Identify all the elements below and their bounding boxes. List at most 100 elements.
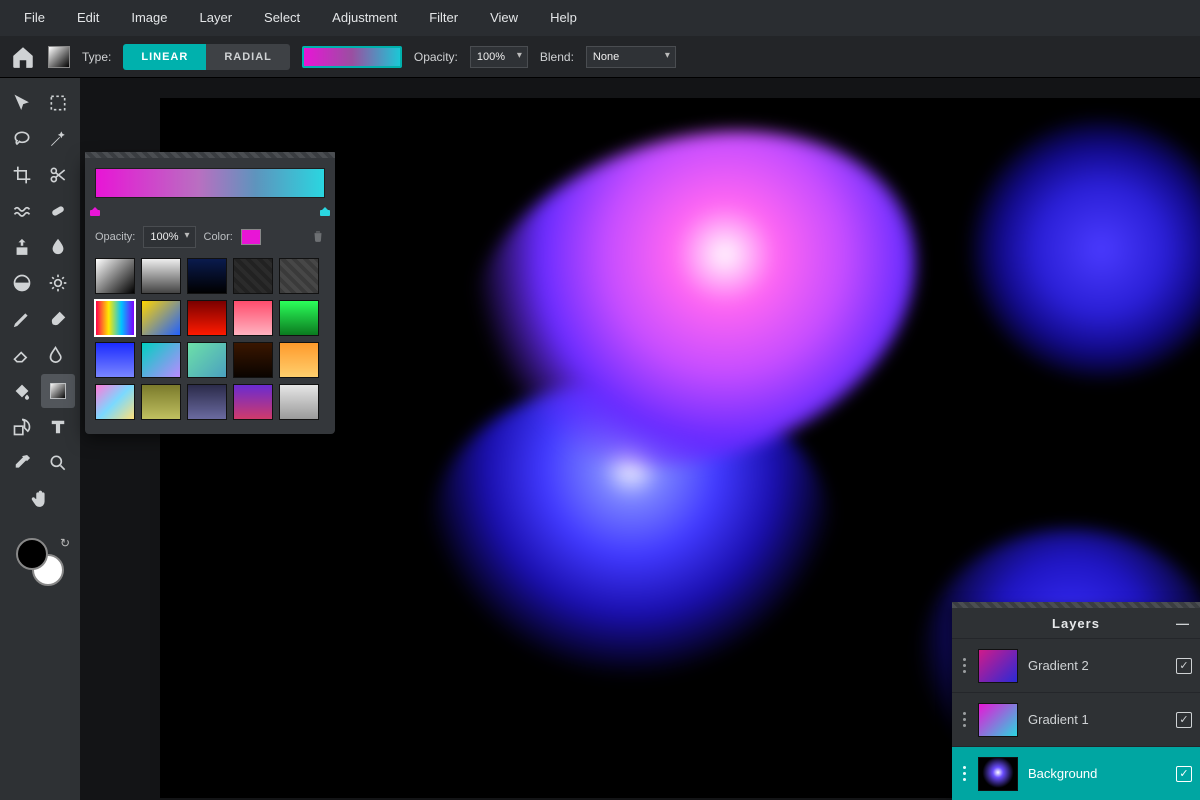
ge-opacity-select[interactable]: 100%	[143, 226, 195, 248]
blend-select[interactable]: None	[586, 46, 676, 68]
tool-bar: ↻	[0, 78, 80, 800]
layer-thumbnail[interactable]	[978, 757, 1018, 791]
menu-help[interactable]: Help	[534, 0, 593, 36]
color-stack[interactable]: ↻	[16, 538, 64, 586]
ge-color-swatch[interactable]	[241, 229, 261, 245]
swap-colors-icon[interactable]: ↻	[60, 536, 70, 550]
gradient-preset[interactable]	[95, 384, 135, 420]
gradient-preview[interactable]	[302, 46, 402, 68]
tool-liquify[interactable]	[5, 194, 39, 228]
opacity-select[interactable]: 100%	[470, 46, 528, 68]
tool-lasso[interactable]	[5, 122, 39, 156]
tool-marquee[interactable]	[41, 86, 75, 120]
tool-text[interactable]	[41, 410, 75, 444]
tool-wand[interactable]	[41, 122, 75, 156]
layer-name: Gradient 2	[1028, 658, 1166, 673]
tool-ink[interactable]	[41, 338, 75, 372]
gradient-stops-track[interactable]	[95, 202, 325, 216]
layer-row[interactable]: Gradient 1 ✓	[952, 692, 1200, 746]
drag-handle-icon[interactable]	[960, 766, 968, 781]
tool-clone[interactable]	[5, 230, 39, 264]
gradient-preset[interactable]	[279, 342, 319, 378]
gradient-preset[interactable]	[233, 300, 273, 336]
gradient-preset[interactable]	[95, 300, 135, 336]
gradient-preset[interactable]	[233, 258, 273, 294]
gradient-preset[interactable]	[279, 384, 319, 420]
layer-row[interactable]: Background ✓	[952, 746, 1200, 800]
menu-select[interactable]: Select	[248, 0, 316, 36]
layer-name: Background	[1028, 766, 1166, 781]
canvas-art	[971, 119, 1200, 379]
gradient-preset[interactable]	[187, 342, 227, 378]
menu-image[interactable]: Image	[115, 0, 183, 36]
gradient-editor-panel: Opacity: 100% Color:	[85, 158, 335, 434]
visibility-toggle[interactable]: ✓	[1176, 712, 1192, 728]
menu-bar: FileEditImageLayerSelectAdjustmentFilter…	[0, 0, 1200, 36]
gradient-preset[interactable]	[95, 258, 135, 294]
tool-dodge[interactable]	[5, 266, 39, 300]
menu-view[interactable]: View	[474, 0, 534, 36]
menu-layer[interactable]: Layer	[184, 0, 249, 36]
ge-opacity-label: Opacity:	[95, 231, 135, 243]
gradient-preset[interactable]	[187, 258, 227, 294]
gradient-preset[interactable]	[141, 258, 181, 294]
opacity-label: Opacity:	[414, 50, 458, 64]
gradient-preset[interactable]	[279, 258, 319, 294]
layers-header: Layers —	[952, 608, 1200, 638]
menu-adjustment[interactable]: Adjustment	[316, 0, 413, 36]
visibility-toggle[interactable]: ✓	[1176, 766, 1192, 782]
layer-thumbnail[interactable]	[978, 649, 1018, 683]
tool-zoom[interactable]	[41, 446, 75, 480]
gradient-type-segmented: LINEAR RADIAL	[123, 44, 290, 70]
home-icon[interactable]	[10, 44, 36, 70]
ge-color-label: Color:	[204, 231, 233, 243]
tool-pencil[interactable]	[5, 302, 39, 336]
tool-sharpen-gear[interactable]	[41, 266, 75, 300]
tool-eyedrop[interactable]	[5, 446, 39, 480]
menu-filter[interactable]: Filter	[413, 0, 474, 36]
layer-name: Gradient 1	[1028, 712, 1166, 727]
trash-icon[interactable]	[311, 229, 325, 246]
gradient-preset[interactable]	[187, 384, 227, 420]
gradient-strip[interactable]	[95, 168, 325, 198]
drag-handle-icon[interactable]	[960, 658, 968, 673]
drag-handle-icon[interactable]	[960, 712, 968, 727]
type-label: Type:	[82, 50, 111, 64]
gradient-preset[interactable]	[279, 300, 319, 336]
tool-blur[interactable]	[41, 230, 75, 264]
tool-fill[interactable]	[5, 374, 39, 408]
tool-crop[interactable]	[5, 158, 39, 192]
tool-gradient[interactable]	[41, 374, 75, 408]
gradient-preset[interactable]	[187, 300, 227, 336]
tool-pointer[interactable]	[5, 86, 39, 120]
minimize-icon[interactable]: —	[1176, 616, 1190, 631]
gradient-preset[interactable]	[141, 384, 181, 420]
menu-edit[interactable]: Edit	[61, 0, 115, 36]
gradient-type-radial[interactable]: RADIAL	[206, 44, 290, 70]
tool-heal[interactable]	[41, 194, 75, 228]
tool-eraser[interactable]	[5, 338, 39, 372]
gradient-preset[interactable]	[233, 342, 273, 378]
foreground-color-swatch[interactable]	[16, 538, 48, 570]
layer-thumbnail[interactable]	[978, 703, 1018, 737]
layers-panel: Layers — Gradient 2✓Gradient 1✓Backgroun…	[952, 608, 1200, 800]
gradient-type-linear[interactable]: LINEAR	[123, 44, 206, 70]
tool-shape[interactable]	[5, 410, 39, 444]
gradient-preset[interactable]	[233, 384, 273, 420]
gradient-stop[interactable]	[90, 202, 100, 214]
tool-hand[interactable]	[23, 482, 57, 516]
tool-brush[interactable]	[41, 302, 75, 336]
gradient-preset[interactable]	[95, 342, 135, 378]
option-bar: Type: LINEAR RADIAL Opacity: 100% Blend:…	[0, 36, 1200, 78]
blend-label: Blend:	[540, 50, 574, 64]
layer-row[interactable]: Gradient 2 ✓	[952, 638, 1200, 692]
gradient-preset[interactable]	[141, 300, 181, 336]
menu-file[interactable]: File	[8, 0, 61, 36]
gradient-stop[interactable]	[320, 202, 330, 214]
visibility-toggle[interactable]: ✓	[1176, 658, 1192, 674]
gradient-tool-swatch-icon[interactable]	[48, 46, 70, 68]
gradient-presets-grid	[95, 258, 325, 420]
gradient-preset[interactable]	[141, 342, 181, 378]
layers-title: Layers	[1052, 616, 1100, 631]
tool-scissors[interactable]	[41, 158, 75, 192]
